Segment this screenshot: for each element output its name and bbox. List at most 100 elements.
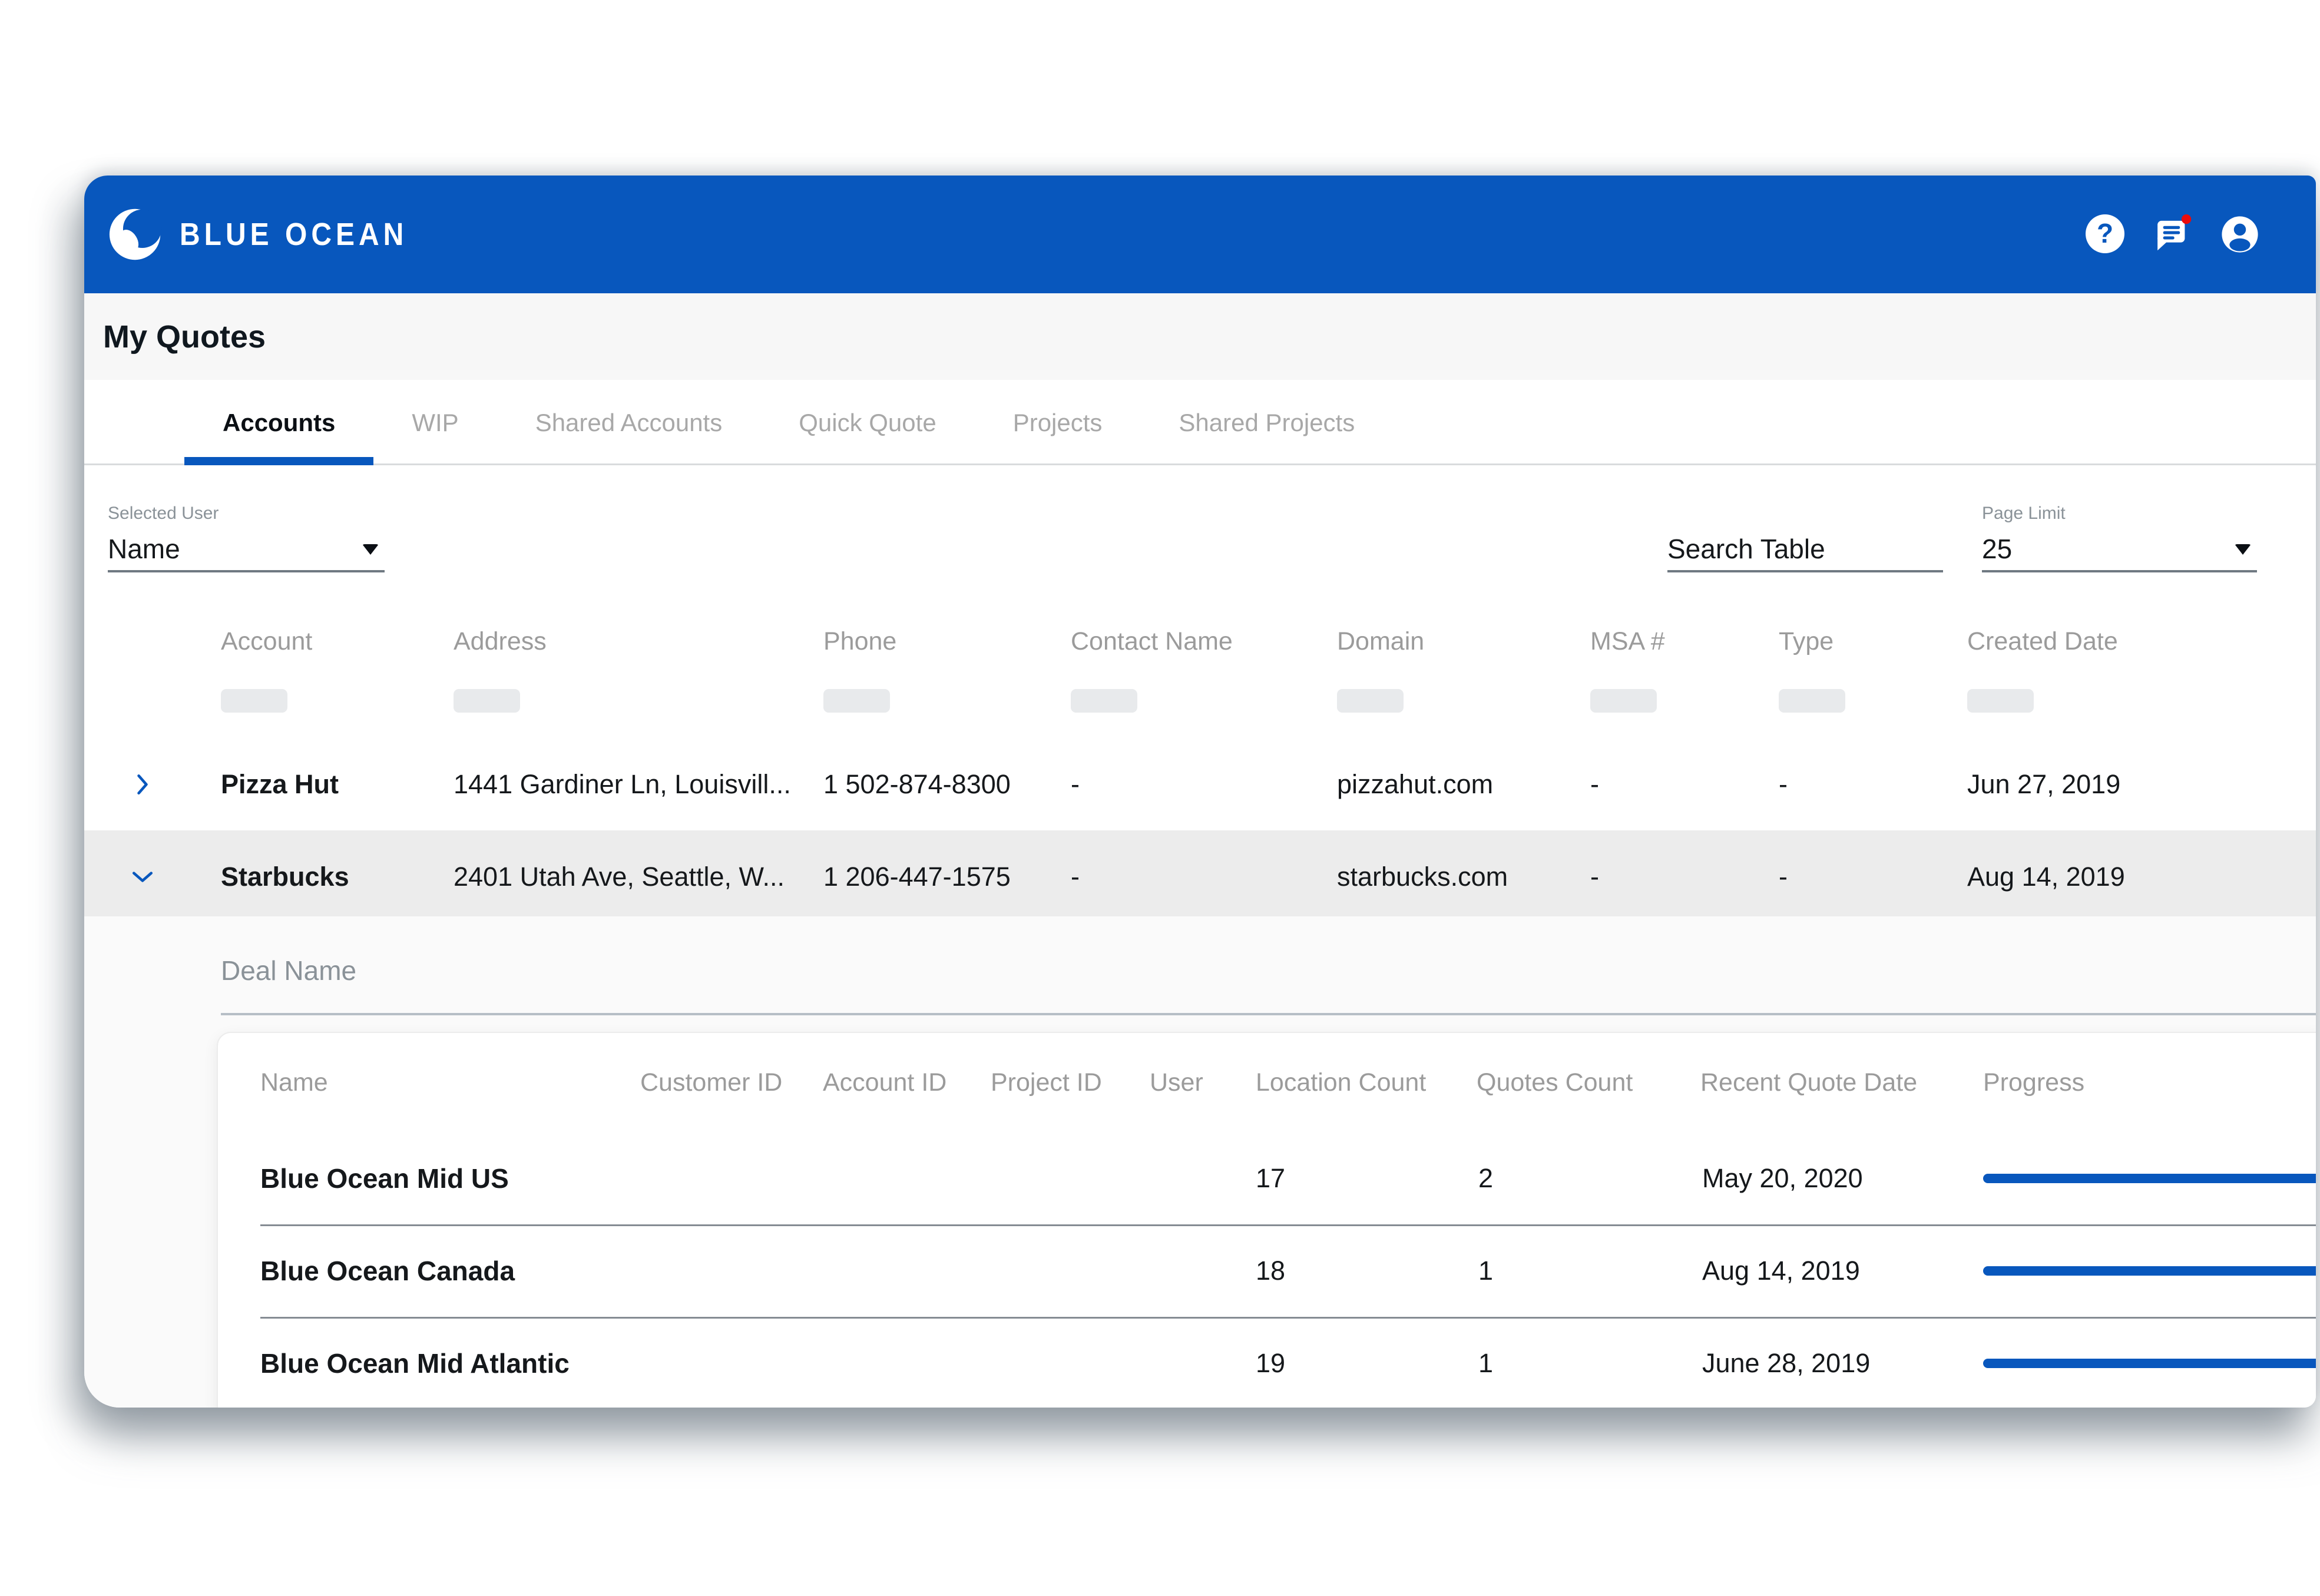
tab-accounts[interactable]: Accounts xyxy=(184,380,373,465)
table-row-starbucks-selected[interactable]: Starbucks 2401 Utah Ave, Seattle, W... 1… xyxy=(84,830,2316,923)
cell-name: Blue Ocean Mid Atlantic xyxy=(218,1347,620,1379)
app-window: BLUE OCEAN ? xyxy=(84,176,2316,1408)
cell-phone: 1 502-874-8300 xyxy=(803,769,1050,800)
column-contact-name: Contact Name xyxy=(1071,624,1316,658)
quote-row-blue-ocean-mid-us[interactable]: Blue Ocean Mid US 17 2 May 20, 2020 xyxy=(218,1132,2316,1224)
cell-location-count: 18 xyxy=(1235,1256,1456,1286)
filter-contact-name-input[interactable] xyxy=(1071,689,1137,713)
cell-address: 2401 Utah Ave, Seattle, W... xyxy=(433,862,803,892)
cell-location-count: 19 xyxy=(1235,1348,1456,1379)
tab-quick-quote[interactable]: Quick Quote xyxy=(760,380,974,465)
cell-contact-name: - xyxy=(1050,769,1316,800)
cell-name: Blue Ocean Canada xyxy=(218,1255,620,1287)
filter-phone-input[interactable] xyxy=(823,689,890,713)
selected-user-label: Selected User xyxy=(108,503,385,524)
help-icon: ? xyxy=(2086,214,2124,253)
blue-ocean-logo-icon xyxy=(108,206,164,263)
cell-domain: starbucks.com xyxy=(1316,862,1570,892)
help-button[interactable]: ? xyxy=(2086,214,2126,254)
filter-created-date-input[interactable] xyxy=(1967,689,2034,713)
cell-contact-name: - xyxy=(1050,862,1316,892)
cell-domain: pizzahut.com xyxy=(1316,769,1570,800)
account-button[interactable] xyxy=(2220,214,2260,254)
cell-name: Blue Ocean Mid US xyxy=(218,1163,620,1194)
column-user: User xyxy=(1129,1068,1235,1097)
cell-quotes-count: 2 xyxy=(1456,1163,1680,1194)
brand-name: BLUE OCEAN xyxy=(180,216,408,253)
cell-recent-quote-date: Aug 14, 2019 xyxy=(1680,1256,1962,1286)
column-domain: Domain xyxy=(1337,624,1570,658)
column-recent-quote-date: Recent Quote Date xyxy=(1680,1068,1962,1097)
tab-shared-accounts[interactable]: Shared Accounts xyxy=(497,380,761,465)
table-row-pizza-hut[interactable]: Pizza Hut 1441 Gardiner Ln, Louisvill...… xyxy=(84,738,2316,830)
search-table-input[interactable] xyxy=(1667,530,1943,568)
quote-row-blue-ocean-canada[interactable]: Blue Ocean Canada 18 1 Aug 14, 2019 xyxy=(218,1224,2316,1317)
cell-account: Starbucks xyxy=(200,862,433,892)
column-account: Account xyxy=(221,624,433,658)
notifications-button[interactable] xyxy=(2153,214,2193,254)
cell-recent-quote-date: May 20, 2020 xyxy=(1680,1163,1962,1194)
cell-created-date: Jun 27, 2019 xyxy=(1947,769,2316,800)
column-name: Name xyxy=(218,1068,620,1097)
filter-domain-input[interactable] xyxy=(1337,689,1404,713)
page-limit-value: 25 xyxy=(1982,534,2012,564)
filter-type-input[interactable] xyxy=(1779,689,1845,713)
selected-user-value: Name xyxy=(108,534,180,564)
chevron-down-icon xyxy=(362,544,379,555)
chevron-right-icon xyxy=(129,771,156,798)
search-table-field xyxy=(1667,503,1943,572)
collapse-row-button[interactable] xyxy=(84,863,200,890)
cell-quotes-count: 1 xyxy=(1456,1348,1680,1379)
page-limit-label: Page Limit xyxy=(1982,503,2257,524)
expand-row-button[interactable] xyxy=(84,771,200,798)
chevron-down-icon xyxy=(2235,544,2251,555)
deal-name-field xyxy=(221,952,2316,1015)
page-limit-select[interactable]: Page Limit 25 xyxy=(1982,503,2257,572)
cell-address: 1441 Gardiner Ln, Louisvill... xyxy=(433,769,803,800)
cell-msa: - xyxy=(1570,769,1758,800)
cell-msa: - xyxy=(1570,862,1758,892)
cell-type: - xyxy=(1758,769,1947,800)
column-project-id: Project ID xyxy=(970,1068,1129,1097)
selected-user-underline xyxy=(108,570,385,572)
column-progress: Progress xyxy=(1962,1068,2316,1097)
page-title: My Quotes xyxy=(103,319,266,355)
column-location-count: Location Count xyxy=(1235,1068,1456,1097)
column-quotes-count: Quotes Count xyxy=(1456,1068,1680,1097)
deal-name-underline xyxy=(221,1013,2316,1015)
page-title-band: My Quotes xyxy=(84,293,2316,380)
column-address: Address xyxy=(454,624,803,658)
filter-msa-input[interactable] xyxy=(1590,689,1657,713)
notification-badge xyxy=(2182,214,2191,224)
progress-bar xyxy=(1983,1266,2316,1276)
column-phone: Phone xyxy=(823,624,1050,658)
page-limit-underline xyxy=(1982,570,2257,572)
column-account-id: Account ID xyxy=(802,1068,970,1097)
cell-created-date: Aug 14, 2019 xyxy=(1947,862,2316,892)
cell-phone: 1 206-447-1575 xyxy=(803,862,1050,892)
tab-projects[interactable]: Projects xyxy=(975,380,1141,465)
cell-account: Pizza Hut xyxy=(200,769,433,800)
selected-user-select[interactable]: Selected User Name xyxy=(108,503,385,572)
filter-address-input[interactable] xyxy=(454,689,520,713)
tab-shared-projects[interactable]: Shared Projects xyxy=(1140,380,1393,465)
column-created-date: Created Date xyxy=(1967,624,2316,658)
cell-type: - xyxy=(1758,862,1947,892)
cell-recent-quote-date: June 28, 2019 xyxy=(1680,1348,1962,1379)
chat-icon xyxy=(2153,214,2193,254)
search-table-underline xyxy=(1667,570,1943,572)
app-header: BLUE OCEAN ? xyxy=(84,176,2316,293)
tab-wip[interactable]: WIP xyxy=(373,380,497,465)
column-msa: MSA # xyxy=(1590,624,1758,658)
quote-row-blue-ocean-mid-atlantic[interactable]: Blue Ocean Mid Atlantic 19 1 June 28, 20… xyxy=(218,1317,2316,1408)
header-actions: ? xyxy=(2086,176,2260,293)
chevron-down-icon xyxy=(129,863,156,890)
filter-account-input[interactable] xyxy=(221,689,287,713)
progress-bar xyxy=(1983,1359,2316,1368)
expanded-account-panel: Name Customer ID Account ID Project ID U… xyxy=(84,916,2316,1408)
cell-quotes-count: 1 xyxy=(1456,1256,1680,1286)
deal-name-input[interactable] xyxy=(221,952,2316,989)
tab-bar: Accounts WIP Shared Accounts Quick Quote… xyxy=(84,380,2316,465)
cell-location-count: 17 xyxy=(1235,1163,1456,1194)
column-type: Type xyxy=(1779,624,1947,658)
